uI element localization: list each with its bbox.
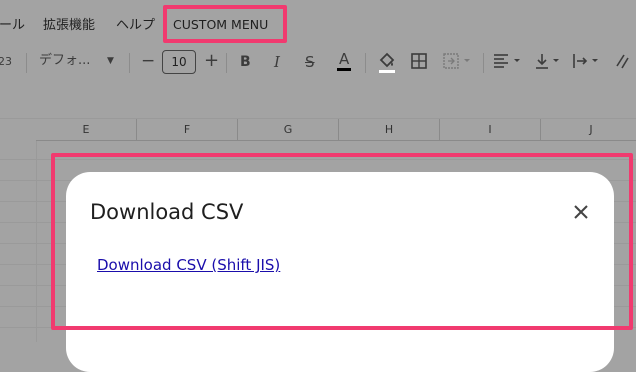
- dialog-highlight: [51, 153, 633, 330]
- toolbar-divider: [129, 53, 130, 73]
- menubar: ール 拡張機能 ヘルプ CUSTOM MENU: [0, 0, 636, 48]
- menu-item-tools[interactable]: ール: [0, 14, 25, 33]
- fill-color-icon[interactable]: [377, 51, 397, 78]
- horizontal-align-icon[interactable]: [492, 52, 526, 73]
- text-wrap-icon[interactable]: [572, 52, 606, 73]
- menu-item-help[interactable]: ヘルプ: [116, 14, 155, 33]
- text-color-button[interactable]: A: [337, 52, 352, 71]
- borders-icon[interactable]: [410, 52, 428, 73]
- grid-line: [36, 141, 37, 342]
- text-rotation-icon[interactable]: [614, 52, 636, 73]
- toolbar-divider: [483, 53, 484, 73]
- italic-button[interactable]: I: [274, 55, 280, 70]
- font-dropdown-arrow-icon[interactable]: ▼: [107, 57, 114, 66]
- strikethrough-button[interactable]: S: [305, 55, 315, 70]
- column-header-i[interactable]: I: [440, 118, 541, 141]
- toolbar-divider: [26, 53, 27, 73]
- font-family-select[interactable]: デフォ...: [39, 54, 90, 67]
- decrease-font-size-button[interactable]: −: [141, 53, 155, 70]
- vertical-align-icon[interactable]: [534, 52, 564, 73]
- format-hint[interactable]: 23: [0, 56, 12, 67]
- bold-button[interactable]: B: [240, 55, 251, 69]
- menu-item-custom-menu[interactable]: CUSTOM MENU: [173, 17, 268, 32]
- column-header-h[interactable]: H: [339, 118, 440, 141]
- menu-item-extensions[interactable]: 拡張機能: [43, 14, 95, 33]
- column-header-j[interactable]: J: [541, 118, 636, 141]
- font-size-input[interactable]: 10: [162, 50, 196, 74]
- column-header-g[interactable]: G: [238, 118, 339, 141]
- toolbar-divider: [365, 53, 366, 73]
- merge-cells-icon[interactable]: [442, 52, 472, 73]
- column-header-e[interactable]: E: [36, 118, 137, 141]
- increase-font-size-button[interactable]: +: [204, 52, 219, 70]
- grid-line: [0, 118, 636, 119]
- column-header-f[interactable]: F: [137, 118, 238, 141]
- toolbar-divider: [226, 53, 227, 73]
